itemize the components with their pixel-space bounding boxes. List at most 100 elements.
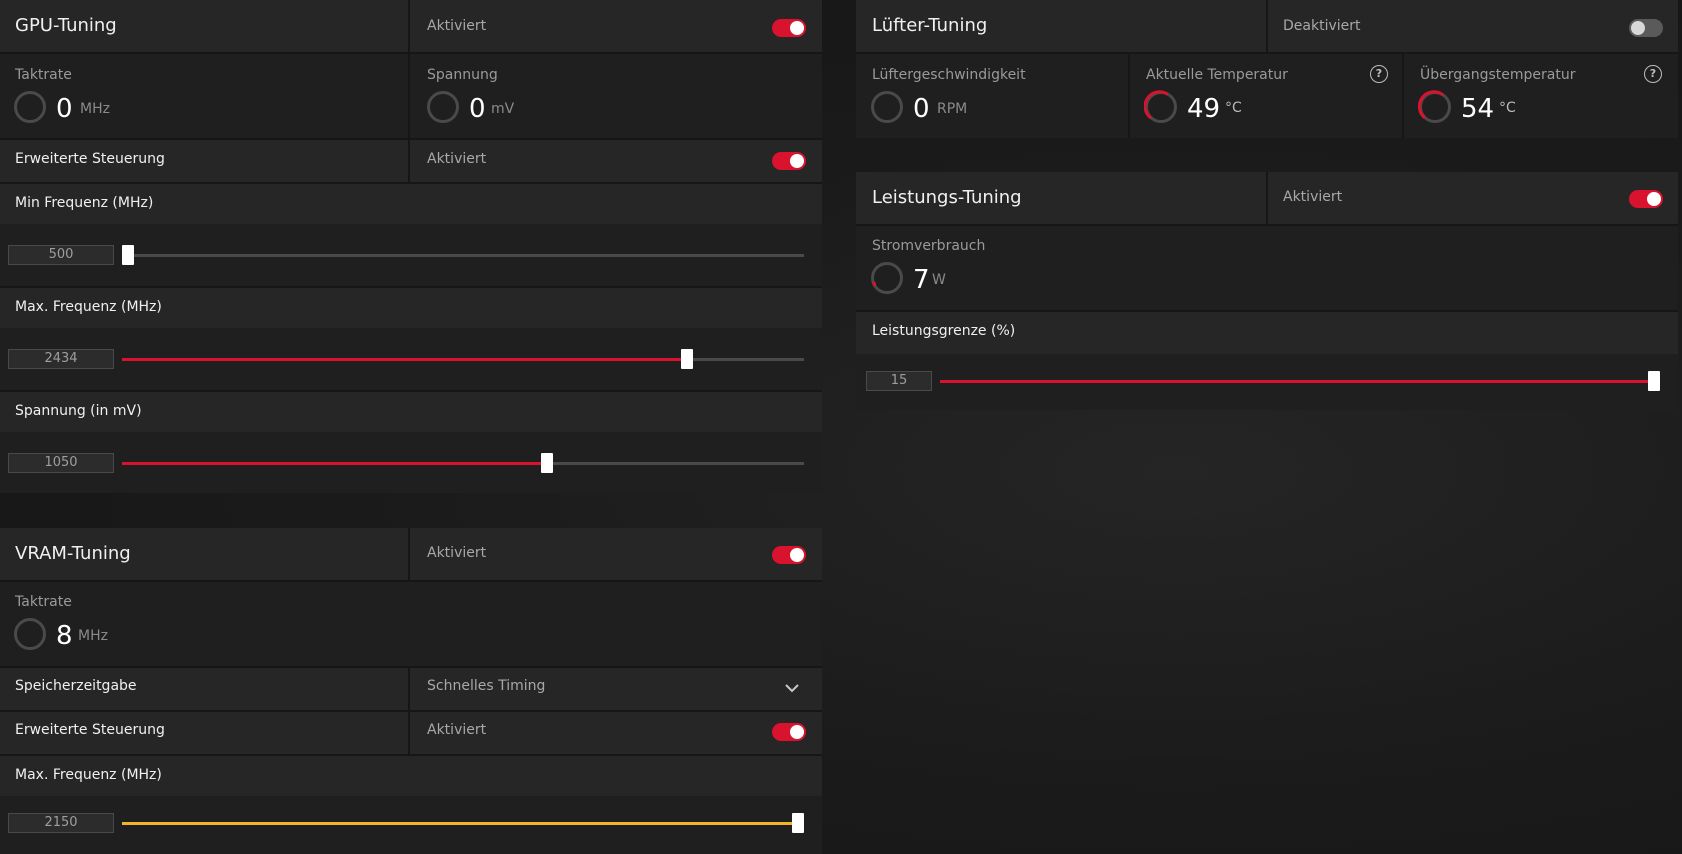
help-circle-icon[interactable]: ? <box>1370 65 1388 83</box>
gpu-tuning-title: GPU-Tuning <box>15 15 117 36</box>
gpu-min-freq-slider[interactable] <box>122 245 804 265</box>
power-limit-input[interactable]: 15 <box>866 371 932 391</box>
vram-max-freq-slider[interactable] <box>122 813 804 833</box>
gpu-advanced-toggle[interactable] <box>772 152 806 170</box>
fan-metrics-row: Lüftergeschwindigkeit 0 RPM Aktuelle Tem… <box>856 54 1678 138</box>
power-consumption-label: Stromverbrauch <box>872 238 986 254</box>
gauge-icon <box>1144 90 1177 123</box>
vram-advanced-toggle[interactable] <box>772 723 806 741</box>
power-consumption-value: 7 <box>913 265 930 295</box>
slider-thumb[interactable] <box>122 245 134 265</box>
gauge-icon <box>14 618 46 650</box>
gauge-icon <box>14 91 46 123</box>
power-tuning-header: Leistungs-Tuning Aktiviert <box>856 172 1678 224</box>
gpu-voltage-slider-row: 1050 <box>0 432 822 493</box>
help-circle-icon[interactable]: ? <box>1644 65 1662 83</box>
vram-advanced-row: Erweiterte Steuerung Aktiviert <box>0 712 822 754</box>
gpu-min-freq-slider-row: 500 <box>0 224 822 286</box>
gpu-tuning-status: Aktiviert <box>427 18 487 34</box>
junction-temp-label: Übergangstemperatur <box>1420 67 1576 83</box>
gauge-icon <box>427 91 459 123</box>
vram-tuning-title: VRAM-Tuning <box>15 543 131 564</box>
gpu-advanced-label: Erweiterte Steuerung <box>15 151 165 167</box>
gpu-max-freq-input[interactable]: 2434 <box>8 349 114 369</box>
power-limit-label-row: Leistungsgrenze (%) <box>856 312 1678 354</box>
gpu-voltage-unit: mV <box>491 101 515 117</box>
slider-thumb[interactable] <box>1648 371 1660 391</box>
slider-thumb[interactable] <box>792 813 804 833</box>
gpu-metrics-row: Taktrate 0 MHz Spannung 0 mV <box>0 54 822 138</box>
gpu-voltage-label: Spannung <box>427 67 498 83</box>
gpu-voltage-slider[interactable] <box>122 453 804 473</box>
fan-tuning-status: Deaktiviert <box>1283 18 1361 34</box>
vram-metrics-row: Taktrate 8 MHz <box>0 582 822 666</box>
vram-clock-unit: MHz <box>78 628 108 644</box>
vram-advanced-label: Erweiterte Steuerung <box>15 722 165 738</box>
vram-max-freq-slider-row: 2150 <box>0 796 822 854</box>
fan-tuning-toggle[interactable] <box>1629 19 1663 37</box>
gpu-max-freq-label-row: Max. Frequenz (MHz) <box>0 288 822 328</box>
vram-timing-value: Schnelles Timing <box>427 678 546 694</box>
gpu-max-freq-label: Max. Frequenz (MHz) <box>15 299 162 315</box>
gpu-clock-value: 0 <box>56 94 73 124</box>
gpu-max-freq-slider-row: 2434 <box>0 328 822 390</box>
fan-speed-label: Lüftergeschwindigkeit <box>872 67 1026 83</box>
fan-speed-value: 0 <box>913 94 930 124</box>
gpu-advanced-status: Aktiviert <box>427 151 487 167</box>
vram-tuning-panel: VRAM-Tuning Aktiviert Taktrate 8 MHz Spe… <box>0 528 822 854</box>
fan-tuning-header: Lüfter-Tuning Deaktiviert <box>856 0 1678 52</box>
gpu-max-freq-slider[interactable] <box>122 349 804 369</box>
power-tuning-title: Leistungs-Tuning <box>872 187 1022 208</box>
vram-advanced-status: Aktiviert <box>427 722 487 738</box>
power-limit-slider-row: 15 <box>856 354 1678 410</box>
power-tuning-status: Aktiviert <box>1283 189 1343 205</box>
junction-temp-unit: °C <box>1499 100 1516 116</box>
gpu-voltage-input[interactable]: 1050 <box>8 453 114 473</box>
gauge-icon <box>871 262 903 294</box>
slider-thumb[interactable] <box>541 453 553 473</box>
gpu-min-freq-label: Min Frequenz (MHz) <box>15 195 154 211</box>
gpu-tuning-header: GPU-Tuning Aktiviert <box>0 0 822 52</box>
junction-temp-value: 54 <box>1461 94 1495 124</box>
fan-speed-unit: RPM <box>937 101 968 117</box>
power-tuning-toggle[interactable] <box>1629 190 1663 208</box>
slider-fill <box>940 380 1654 383</box>
vram-max-freq-label-row: Max. Frequenz (MHz) <box>0 756 822 796</box>
gpu-tuning-toggle[interactable] <box>772 19 806 37</box>
current-temp-value: 49 <box>1187 94 1221 124</box>
vram-max-freq-input[interactable]: 2150 <box>8 813 114 833</box>
gpu-voltage-slider-label-row: Spannung (in mV) <box>0 392 822 432</box>
vram-tuning-status: Aktiviert <box>427 545 487 561</box>
power-limit-label: Leistungsgrenze (%) <box>872 323 1016 339</box>
slider-fill <box>122 462 547 465</box>
vram-clock-label: Taktrate <box>15 594 72 610</box>
vram-timing-label: Speicherzeitgabe <box>15 678 137 694</box>
power-limit-slider[interactable] <box>940 371 1660 391</box>
power-metrics-row: Stromverbrauch 7 W <box>856 226 1678 310</box>
chevron-down-icon <box>785 684 799 693</box>
slider-fill <box>122 358 687 361</box>
gpu-tuning-panel: GPU-Tuning Aktiviert Taktrate 0 MHz Span… <box>0 0 822 493</box>
gpu-clock-unit: MHz <box>80 101 110 117</box>
gpu-min-freq-input[interactable]: 500 <box>8 245 114 265</box>
slider-thumb[interactable] <box>681 349 693 369</box>
gpu-advanced-row: Erweiterte Steuerung Aktiviert <box>0 140 822 182</box>
current-temp-label: Aktuelle Temperatur <box>1146 67 1288 83</box>
gpu-voltage-slider-label: Spannung (in mV) <box>15 403 142 419</box>
vram-tuning-header: VRAM-Tuning Aktiviert <box>0 528 822 580</box>
gpu-voltage-value: 0 <box>469 94 486 124</box>
vram-timing-dropdown[interactable]: Schnelles Timing <box>410 668 822 710</box>
power-tuning-panel: Leistungs-Tuning Aktiviert Stromverbrauc… <box>856 172 1678 410</box>
gauge-icon <box>1418 90 1451 123</box>
slider-fill <box>122 822 798 825</box>
vram-max-freq-label: Max. Frequenz (MHz) <box>15 767 162 783</box>
gpu-clock-label: Taktrate <box>15 67 72 83</box>
gpu-min-freq-label-row: Min Frequenz (MHz) <box>0 184 822 224</box>
vram-timing-row: Speicherzeitgabe Schnelles Timing <box>0 668 822 710</box>
current-temp-unit: °C <box>1225 100 1242 116</box>
fan-tuning-panel: Lüfter-Tuning Deaktiviert Lüftergeschwin… <box>856 0 1678 138</box>
fan-tuning-title: Lüfter-Tuning <box>872 15 988 36</box>
vram-clock-value: 8 <box>56 621 73 651</box>
gauge-icon <box>871 91 903 123</box>
vram-tuning-toggle[interactable] <box>772 546 806 564</box>
